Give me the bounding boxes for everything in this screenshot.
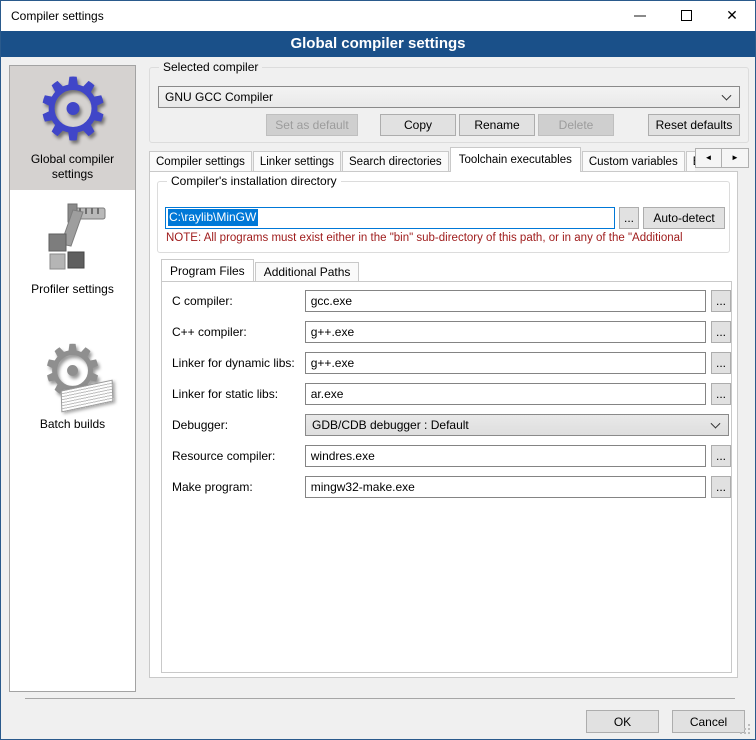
resize-grip[interactable] [748,732,750,734]
compiler-settings-dialog: Compiler settings ✕ Global compiler sett… [0,0,756,740]
footer-divider [25,698,735,699]
close-button[interactable]: ✕ [717,1,747,30]
chevron-down-icon [711,419,721,429]
field-row: Debugger: GDB/CDB debugger : Default [172,414,731,436]
tab-additional-paths[interactable]: Additional Paths [255,262,360,282]
field-row: C compiler: ... [172,290,731,312]
browse-cpp-compiler-button[interactable]: ... [711,321,731,343]
selected-compiler-group: Selected compiler GNU GCC Compiler Set a… [149,67,749,143]
close-icon: ✕ [726,7,738,24]
compiler-buttons-row: Set as default Copy Rename Delete Reset … [150,114,740,136]
program-files-page: C compiler: ... C++ compiler: ... Linker… [161,281,732,673]
chevron-down-icon [722,91,732,101]
browse-make-program-button[interactable]: ... [711,476,731,498]
blue-gear-icon: ⚙ [35,72,111,148]
window-title: Compiler settings [11,1,104,31]
rename-button[interactable]: Rename [459,114,535,136]
make-program-input[interactable] [305,476,706,498]
browse-c-compiler-button[interactable]: ... [711,290,731,312]
field-label: C compiler: [172,294,305,308]
tab-compiler-settings[interactable]: Compiler settings [149,151,252,172]
field-label: Linker for static libs: [172,387,305,401]
resource-compiler-input[interactable] [305,445,706,467]
tab-linker-settings[interactable]: Linker settings [253,151,341,172]
sidebar-item-batch-builds[interactable]: ⚙ Batch builds [10,331,135,440]
field-row: C++ compiler: ... [172,321,731,343]
minimize-icon [634,15,646,17]
settings-tab-strip: Compiler settings Linker settings Search… [149,147,695,172]
minimize-button[interactable] [625,1,655,30]
tab-search-directories[interactable]: Search directories [342,151,449,172]
cancel-button[interactable]: Cancel [672,710,745,733]
field-row: Linker for static libs: ... [172,383,731,405]
installation-directory-value: C:\raylib\MinGW [168,209,258,226]
field-label: Resource compiler: [172,449,305,463]
installation-directory-group-label: Compiler's installation directory [167,174,341,189]
sidebar-item-global-compiler-settings[interactable]: ⚙ Global compiler settings [10,66,135,190]
sidebar-item-label: Profiler settings [13,282,132,297]
field-row: Resource compiler: ... [172,445,731,467]
page-title: Global compiler settings [1,31,755,57]
bin-subdirectory-note: NOTE: All programs must exist either in … [166,232,726,244]
dynamic-linker-input[interactable] [305,352,706,374]
auto-detect-button[interactable]: Auto-detect [643,207,725,229]
browse-resource-compiler-button[interactable]: ... [711,445,731,467]
c-compiler-input[interactable] [305,290,706,312]
tab-program-files[interactable]: Program Files [161,259,254,282]
tab-scroll-left-icon[interactable]: ◄ [695,148,722,168]
field-label: Linker for dynamic libs: [172,356,305,370]
sidebar-item-label: Batch builds [13,417,132,432]
grey-gear-stack-icon: ⚙ [35,337,111,413]
field-label: Debugger: [172,418,305,432]
installation-directory-input[interactable]: C:\raylib\MinGW [165,207,615,229]
tab-build-options[interactable]: Build [686,151,695,172]
reset-defaults-button[interactable]: Reset defaults [648,114,740,136]
installation-directory-group: Compiler's installation directory C:\ray… [157,181,730,253]
field-label: Make program: [172,480,305,494]
maximize-button[interactable] [671,1,701,30]
compiler-select-value: GNU GCC Compiler [165,90,273,104]
tab-toolchain-executables[interactable]: Toolchain executables [450,147,581,172]
caliper-cubes-icon [35,202,111,278]
sidebar-item-profiler-settings[interactable]: Profiler settings [10,196,135,305]
static-linker-input[interactable] [305,383,706,405]
paper-stack-icon [60,380,113,413]
title-bar[interactable]: Compiler settings ✕ [1,1,755,31]
compiler-select[interactable]: GNU GCC Compiler [158,86,740,108]
debugger-select[interactable]: GDB/CDB debugger : Default [305,414,729,436]
program-files-tab-strip: Program Files Additional Paths [161,259,360,282]
maximize-icon [681,10,692,21]
settings-category-list: ⚙ Global compiler settings Profiler sett… [9,65,136,692]
browse-directory-button[interactable]: ... [619,207,639,229]
browse-static-linker-button[interactable]: ... [711,383,731,405]
cpp-compiler-input[interactable] [305,321,706,343]
tab-scroll-right-icon[interactable]: ► [722,148,749,168]
field-label: C++ compiler: [172,325,305,339]
copy-button[interactable]: Copy [380,114,456,136]
ok-button[interactable]: OK [586,710,659,733]
tab-scroll-arrows: ◄ ► [695,148,749,168]
field-row: Make program: ... [172,476,731,498]
tab-custom-variables[interactable]: Custom variables [582,151,685,172]
field-row: Linker for dynamic libs: ... [172,352,731,374]
set-as-default-button[interactable]: Set as default [266,114,358,136]
selected-compiler-group-label: Selected compiler [159,60,262,75]
browse-dynamic-linker-button[interactable]: ... [711,352,731,374]
debugger-select-value: GDB/CDB debugger : Default [312,418,469,432]
delete-button[interactable]: Delete [538,114,614,136]
